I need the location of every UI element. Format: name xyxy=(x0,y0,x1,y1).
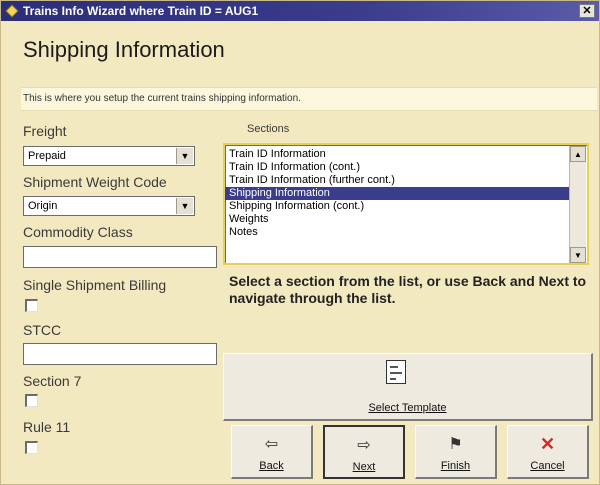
listbox-scrollbar[interactable]: ▲ ▼ xyxy=(569,146,586,263)
back-arrow-icon: ⇦ xyxy=(264,436,279,453)
next-button[interactable]: ⇨ Next xyxy=(323,425,405,479)
finish-label: Finish xyxy=(440,460,471,472)
stcc-label: STCC xyxy=(23,322,62,338)
list-item[interactable]: Train ID Information (cont.) xyxy=(225,161,569,174)
list-item[interactable]: Train ID Information (further cont.) xyxy=(225,174,569,187)
select-template-label: Select Template xyxy=(368,402,447,414)
wizard-window: Trains Info Wizard where Train ID = AUG1… xyxy=(0,0,600,485)
title-bar: Trains Info Wizard where Train ID = AUG1… xyxy=(1,1,599,21)
list-item[interactable]: Shipping Information (cont.) xyxy=(225,200,569,213)
app-icon xyxy=(5,4,19,18)
commodity-class-input[interactable] xyxy=(23,246,217,268)
cancel-icon: ✕ xyxy=(539,434,556,454)
sections-label: Sections xyxy=(247,123,290,135)
rule11-checkbox[interactable] xyxy=(25,441,38,454)
stcc-input[interactable] xyxy=(23,343,217,365)
rule11-label: Rule 11 xyxy=(23,419,71,435)
list-item[interactable]: Weights xyxy=(225,213,569,226)
freight-label: Freight xyxy=(23,123,67,139)
select-template-button[interactable]: Select Template xyxy=(223,353,593,421)
next-label: Next xyxy=(352,461,376,473)
window-title: Trains Info Wizard where Train ID = AUG1 xyxy=(23,4,259,18)
section7-checkbox[interactable] xyxy=(25,394,38,407)
template-icon xyxy=(386,360,406,384)
close-button[interactable]: ✕ xyxy=(579,4,595,18)
page-title: Shipping Information xyxy=(23,37,225,62)
cancel-label: Cancel xyxy=(530,460,565,472)
chevron-down-icon[interactable]: ▼ xyxy=(176,148,193,164)
finish-button[interactable]: ⚑ Finish xyxy=(415,425,497,479)
back-label: Back xyxy=(259,460,284,472)
commodity-class-label: Commodity Class xyxy=(23,224,133,240)
list-item-selected[interactable]: Shipping Information xyxy=(225,187,569,200)
shipment-weight-code-select[interactable]: Origin ▼ xyxy=(23,196,195,216)
freight-value: Prepaid xyxy=(28,150,66,162)
scroll-down-icon[interactable]: ▼ xyxy=(570,247,586,263)
section7-label: Section 7 xyxy=(23,373,82,389)
list-item[interactable]: Train ID Information xyxy=(225,148,569,161)
scroll-up-icon[interactable]: ▲ xyxy=(570,146,586,162)
next-arrow-icon: ⇨ xyxy=(357,437,371,454)
finish-icon: ⚑ xyxy=(448,436,463,453)
single-shipment-billing-label: Single Shipment Billing xyxy=(23,277,167,293)
cancel-button[interactable]: ✕ Cancel xyxy=(507,425,589,479)
shipment-weight-code-label: Shipment Weight Code xyxy=(23,174,167,190)
list-item[interactable]: Notes xyxy=(225,226,569,239)
page-description: This is where you setup the current trai… xyxy=(21,87,597,111)
chevron-down-icon[interactable]: ▼ xyxy=(176,198,193,214)
sections-listbox[interactable]: Train ID Information Train ID Informatio… xyxy=(223,143,589,265)
back-button[interactable]: ⇦ Back xyxy=(231,425,313,479)
shipment-weight-code-value: Origin xyxy=(28,200,58,212)
freight-select[interactable]: Prepaid ▼ xyxy=(23,146,195,166)
single-shipment-billing-checkbox[interactable] xyxy=(25,299,38,312)
instruction-text: Select a section from the list, or use B… xyxy=(229,273,587,306)
